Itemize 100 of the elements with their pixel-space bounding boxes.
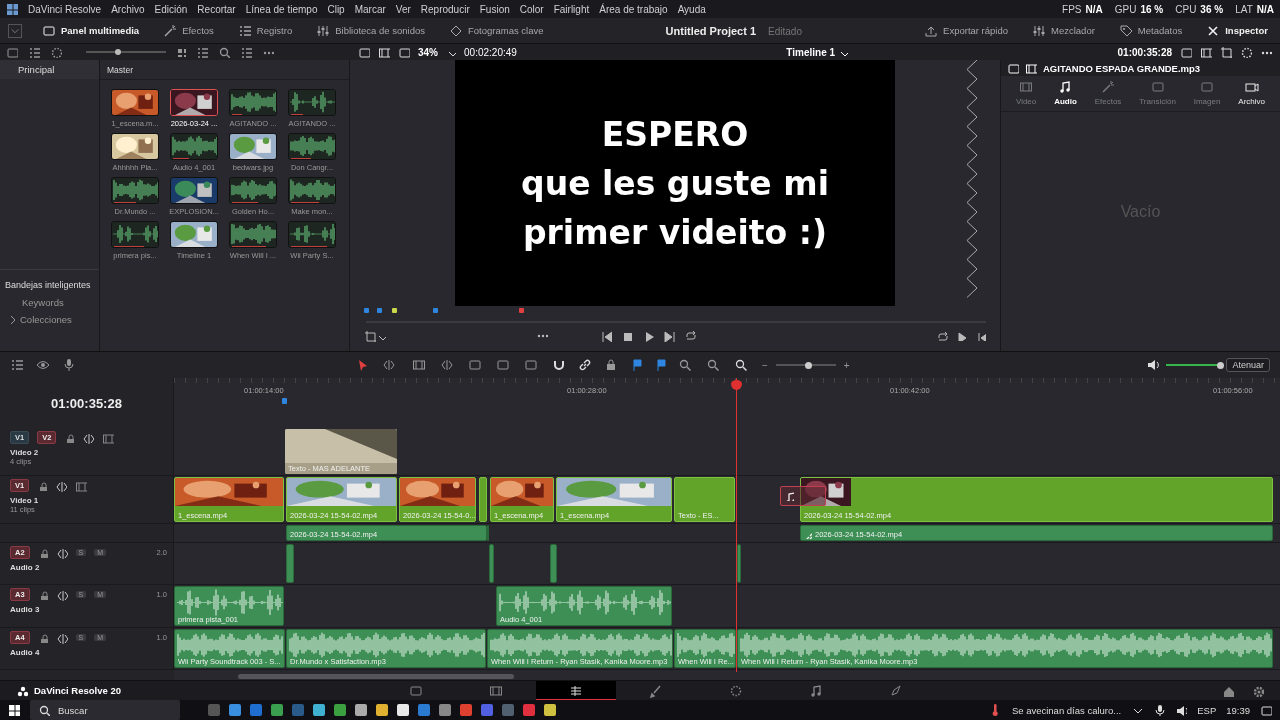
film-icon[interactable]: [75, 479, 88, 492]
app-icon[interactable]: [397, 704, 409, 716]
audio-waveform[interactable]: [289, 222, 335, 247]
toolbar-button[interactable]: Panel multimedia: [38, 21, 144, 40]
audio-clip[interactable]: [737, 544, 741, 583]
trim-icon[interactable]: [82, 431, 95, 444]
eye-icon[interactable]: [36, 358, 52, 372]
trim-icon[interactable]: [55, 479, 68, 492]
list-icon[interactable]: [28, 46, 40, 58]
stop-icon[interactable]: [621, 330, 633, 343]
menu-item[interactable]: Línea de tiempo: [245, 3, 318, 15]
previous-icon[interactable]: [976, 331, 986, 342]
color-icon[interactable]: [1240, 46, 1252, 58]
viewer-size-icon[interactable]: [1180, 46, 1192, 58]
app-icon[interactable]: [523, 704, 535, 716]
home-icon[interactable]: [1222, 684, 1234, 697]
toolbar-button[interactable]: Biblioteca de sonidos: [312, 21, 429, 40]
box-icon[interactable]: [468, 358, 484, 372]
viewer-mode-icon[interactable]: [398, 46, 410, 58]
audio-waveform[interactable]: [230, 222, 276, 247]
app-icon[interactable]: [544, 704, 556, 716]
zoom-out-button[interactable]: −: [762, 359, 768, 371]
dragged-clip[interactable]: [780, 486, 826, 506]
timeline-marker[interactable]: [433, 308, 438, 314]
link-icon[interactable]: [578, 358, 592, 372]
timeline-marker[interactable]: [364, 308, 369, 314]
next-icon[interactable]: [663, 330, 675, 343]
trim-icon[interactable]: [55, 631, 68, 644]
audio-clip[interactable]: [489, 544, 494, 583]
app-icon[interactable]: [460, 704, 472, 716]
app-icon[interactable]: [418, 704, 430, 716]
next-icon[interactable]: [957, 331, 967, 342]
lock-icon[interactable]: [604, 358, 618, 372]
grid-icon[interactable]: [176, 47, 186, 57]
inspector-tab[interactable]: Audio: [1052, 80, 1079, 107]
microphone-icon[interactable]: [1153, 704, 1166, 716]
zoom-level[interactable]: 34%: [418, 46, 438, 58]
search-icon[interactable]: [218, 46, 230, 58]
app-logo-icon[interactable]: [6, 3, 18, 15]
panel-toggle-icon[interactable]: [8, 23, 22, 38]
inspector-tab[interactable]: Archivo: [1236, 80, 1267, 107]
audio-waveform[interactable]: [171, 134, 217, 159]
zoom-icon[interactable]: [734, 358, 750, 372]
app-icon[interactable]: [313, 704, 325, 716]
menu-item[interactable]: Clip: [327, 3, 345, 15]
toolbar-button[interactable]: Metadatos: [1114, 21, 1187, 40]
menu-item[interactable]: Archivo: [111, 3, 145, 15]
film-icon[interactable]: [102, 431, 115, 444]
viewer-mode-icon[interactable]: [378, 46, 390, 58]
video-clip[interactable]: [479, 477, 487, 522]
menu-item[interactable]: Área de trabajo: [599, 3, 668, 15]
menu-item[interactable]: Marcar: [354, 3, 386, 15]
audio-clip[interactable]: [550, 544, 557, 583]
image-icon[interactable]: [1007, 62, 1019, 74]
menu-item[interactable]: Recortar: [197, 3, 236, 15]
sidebar-toggle-icon[interactable]: [6, 46, 18, 58]
timeline-view-icon[interactable]: [10, 358, 26, 372]
timeline-dropdown[interactable]: Timeline 1: [780, 45, 855, 59]
lock-icon[interactable]: [64, 432, 75, 443]
timeline-marker[interactable]: [377, 308, 382, 314]
language-indicator[interactable]: ESP: [1197, 704, 1217, 716]
app-name[interactable]: DaVinci Resolve: [28, 3, 102, 15]
zoom-in-button[interactable]: +: [843, 359, 850, 371]
dim-button[interactable]: Atenuar: [1226, 358, 1270, 372]
app-icon[interactable]: [481, 704, 493, 716]
notification-icon[interactable]: [1260, 704, 1272, 716]
viewer-option-icon[interactable]: [1200, 46, 1212, 58]
audio-waveform[interactable]: [230, 178, 276, 203]
audio-waveform[interactable]: [289, 178, 335, 203]
menu-item[interactable]: Reproducir: [420, 3, 470, 15]
marker-icon[interactable]: [654, 358, 666, 372]
toolbar-button[interactable]: Exportar rápido: [920, 21, 1013, 40]
trim-icon[interactable]: [55, 588, 68, 601]
toolbar-button[interactable]: Fotogramas clave: [445, 21, 548, 40]
start-icon[interactable]: [8, 704, 20, 716]
in-marker[interactable]: [282, 398, 287, 404]
app-icon[interactable]: [376, 704, 388, 716]
audio-waveform[interactable]: [289, 90, 335, 115]
previous-icon[interactable]: [600, 330, 612, 343]
snap-icon[interactable]: [552, 358, 566, 372]
lock-icon[interactable]: [37, 480, 48, 491]
toolbar-button[interactable]: Efectos: [159, 21, 218, 40]
smart-bin-item[interactable]: Colecciones: [20, 313, 72, 325]
settings-icon[interactable]: [1252, 684, 1264, 697]
viewer-mode-icon[interactable]: [358, 46, 370, 58]
weather-text[interactable]: Se avecinan días caluro...: [1011, 704, 1122, 716]
menu-item[interactable]: Fusion: [479, 3, 510, 15]
toolbar-button[interactable]: Mezclador: [1028, 21, 1099, 40]
scrollbar[interactable]: [238, 674, 514, 679]
menu-item[interactable]: Fairlight: [553, 3, 590, 15]
audio-waveform[interactable]: [289, 134, 335, 159]
audio-waveform[interactable]: [112, 222, 158, 247]
box-icon[interactable]: [496, 358, 512, 372]
sort-icon[interactable]: [240, 46, 252, 58]
search-field[interactable]: Buscar: [30, 700, 180, 720]
flag-icon[interactable]: [630, 358, 642, 372]
loop-icon[interactable]: [936, 330, 948, 343]
app-icon[interactable]: [355, 704, 367, 716]
playhead-handle[interactable]: [731, 380, 742, 390]
smart-bin-item[interactable]: Keywords: [22, 297, 64, 308]
